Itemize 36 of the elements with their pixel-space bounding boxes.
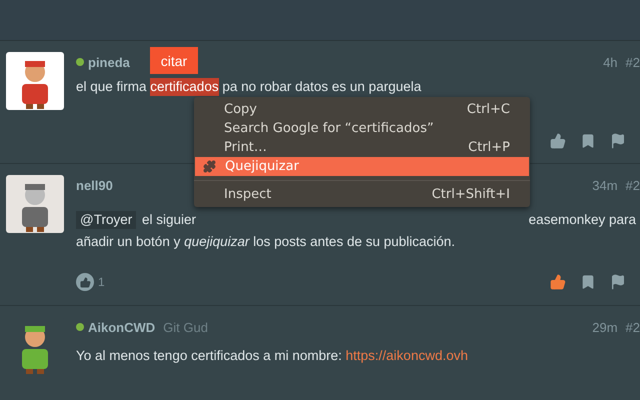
flag-icon[interactable] [610,274,626,290]
author-name[interactable]: pineda [88,54,130,70]
post-text: quejiquizar [184,233,250,251]
menu-item[interactable]: Copy Ctrl+C [194,100,530,119]
likes-icon[interactable] [76,273,94,291]
like-count: 1 [98,275,105,289]
bookmark-icon[interactable] [580,133,596,149]
post-time: 4h [603,54,618,70]
bookmark-icon[interactable] [580,274,596,290]
menu-item[interactable]: Quejiquizar [195,157,529,176]
menu-item[interactable]: Inspect Ctrl+Shift+I [194,185,530,204]
post-number: #2 [626,54,640,70]
post-text: Yo al menos tengo certificados a mi nombre: [76,347,343,365]
author-name[interactable]: nell90 [76,178,113,192]
post-time: 29m [592,320,618,334]
post-number: #2 [626,178,640,192]
post-number: #2 [626,320,640,334]
post-text: el que firma [76,78,148,96]
post-time: 34m [592,178,618,192]
post-text: pa no robar datos es un parguela [221,78,422,96]
post-text: el siguier [140,211,196,229]
like-icon[interactable] [550,133,566,149]
menu-item[interactable]: Print… Ctrl+P [194,138,530,157]
selected-text: certificados [150,78,219,96]
user-title: Git Gud [163,320,208,334]
puzzle-icon [203,160,216,173]
post-text: los posts antes de su publicación. [252,233,456,251]
flag-icon[interactable] [610,133,626,149]
like-icon[interactable] [550,274,566,290]
post-text: añadir un botón y [76,233,182,251]
menu-item[interactable]: Search Google for “certificados” [194,119,530,138]
mention-tag[interactable]: @Troyer [76,211,136,229]
link[interactable]: https://aikoncwd.ovh [346,347,468,365]
quote-button[interactable]: citar [150,47,198,74]
author-name[interactable]: AikonCWD [88,320,156,334]
post-text: easemonkey para [528,211,636,229]
